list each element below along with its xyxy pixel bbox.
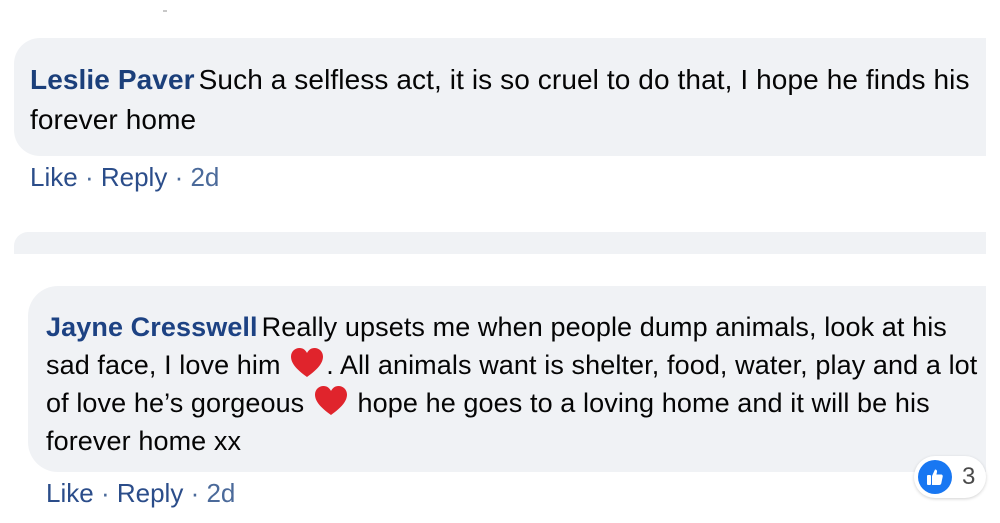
comment-timestamp[interactable]: 2d [206,478,235,508]
heart-icon [290,347,324,379]
thumbs-up-icon [918,460,952,494]
separator: · [190,478,200,508]
separator: · [174,162,184,192]
reply-link[interactable]: Reply [101,162,167,192]
comment-body: Jayne Cresswell Really upsets me when peo… [46,308,986,460]
separator: · [100,478,110,508]
comment-author-name[interactable]: Jayne Cresswell [46,312,258,342]
separator: · [84,162,94,192]
reply-link[interactable]: Reply [117,478,183,508]
comment-thread: Leslie Paver Such a selfless act, it is s… [0,0,1000,523]
comment-body: Leslie Paver Such a selfless act, it is s… [30,60,986,140]
heart-icon [314,385,348,417]
divider-mark [163,10,167,12]
comment-bubble: Jayne Cresswell Really upsets me when peo… [28,286,986,472]
comment-bubble: Leslie Paver Such a selfless act, it is s… [14,38,986,156]
reaction-summary[interactable]: 3 [914,456,986,498]
comment-bubble-partial [14,232,986,254]
comment-actions: Like · Reply · 2d [46,478,235,509]
like-link[interactable]: Like [30,162,78,192]
comment-actions: Like · Reply · 2d [30,162,219,193]
reaction-count: 3 [962,463,976,490]
comment-timestamp[interactable]: 2d [190,162,219,192]
like-link[interactable]: Like [46,478,94,508]
comment-author-name[interactable]: Leslie Paver [30,64,195,95]
